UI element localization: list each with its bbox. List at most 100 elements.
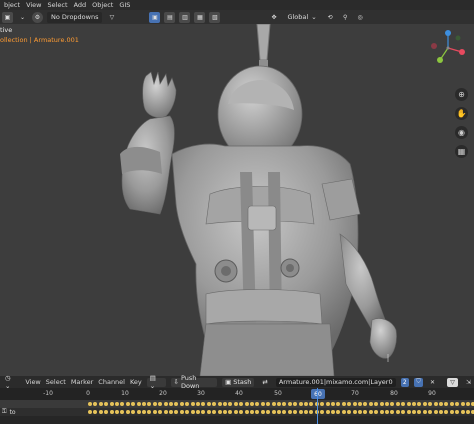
keyframe-dot[interactable]	[368, 410, 373, 414]
keyframe-dot[interactable]	[455, 410, 460, 414]
keyframe-dot[interactable]	[390, 410, 395, 414]
keyframe-dot[interactable]	[131, 410, 136, 414]
keyframe-dot[interactable]	[412, 410, 416, 414]
keyframe-dot[interactable]	[147, 410, 152, 414]
keyframe-dot[interactable]	[401, 410, 406, 414]
keyframe-dot[interactable]	[368, 402, 373, 406]
editor-type-icon[interactable]: ◷ ⌄	[2, 374, 20, 390]
keyframe-dot[interactable]	[417, 402, 422, 406]
keyframe-dot[interactable]	[287, 410, 292, 414]
keyframe-dot[interactable]	[125, 402, 130, 406]
menu-add[interactable]: Add	[74, 1, 87, 9]
keyframe-dot[interactable]	[201, 402, 206, 406]
keyframe-dot[interactable]	[239, 410, 244, 414]
keyframe-dot[interactable]	[331, 410, 335, 414]
keyframe-dot[interactable]	[428, 402, 433, 406]
snap-icon[interactable]: ⚲	[340, 12, 351, 23]
keyframe-dot[interactable]	[185, 410, 190, 414]
keyframe-dot[interactable]	[293, 402, 298, 406]
keyframe-dot[interactable]	[412, 402, 416, 406]
keyframe-dot[interactable]	[304, 402, 308, 406]
keyframe-dot[interactable]	[347, 410, 352, 414]
keyframe-dot[interactable]	[358, 410, 362, 414]
filter-icon[interactable]: ▽	[447, 377, 459, 387]
keyframe-dot[interactable]	[455, 402, 460, 406]
keyframe-dot[interactable]	[406, 402, 411, 406]
keyframe-dot[interactable]	[228, 402, 233, 406]
zoom-icon[interactable]: ⊕	[455, 88, 468, 101]
keyframe-dot[interactable]	[304, 410, 308, 414]
action-users-count[interactable]: 2	[400, 377, 410, 387]
transform-orientation-icon[interactable]: ✥	[268, 12, 279, 23]
menu-view[interactable]: View	[26, 1, 41, 9]
keyframe-dot[interactable]	[169, 410, 173, 414]
keyframe-dot[interactable]	[255, 410, 260, 414]
keyframe-dot[interactable]	[320, 410, 325, 414]
keyframe-dot[interactable]	[466, 410, 470, 414]
keyframe-dot[interactable]	[341, 402, 346, 406]
select-box-icon[interactable]: ▣	[149, 11, 161, 23]
keyframe-dot[interactable]	[228, 410, 233, 414]
keyframe-dot[interactable]	[385, 410, 389, 414]
keyframe-dot[interactable]	[104, 410, 109, 414]
keyframe-dot[interactable]	[352, 410, 357, 414]
keyframe-dot[interactable]	[298, 402, 303, 406]
keyframe-dot[interactable]	[363, 410, 368, 414]
keyframe-dot[interactable]	[185, 402, 190, 406]
keyframe-dot[interactable]	[109, 410, 114, 414]
keyframe-dot[interactable]	[131, 402, 136, 406]
keyframe-dot[interactable]	[206, 410, 211, 414]
keyframe-dot[interactable]	[93, 402, 98, 406]
keyframe-dot[interactable]	[260, 402, 265, 406]
keyframe-dot[interactable]	[417, 410, 422, 414]
keyframe-dot[interactable]	[439, 410, 443, 414]
keyframe-dot[interactable]	[266, 402, 271, 406]
keyframe-dot[interactable]	[239, 402, 244, 406]
keyframe-dot[interactable]	[196, 410, 200, 414]
select-intersect-icon[interactable]: ▧	[209, 11, 221, 23]
keyframe-dot[interactable]	[125, 410, 130, 414]
current-frame-indicator[interactable]: 60	[311, 389, 325, 399]
keyframe-dot[interactable]	[179, 410, 184, 414]
keyframe-dot[interactable]	[395, 402, 400, 406]
keyframe-dot[interactable]	[449, 402, 454, 406]
keyframe-dot[interactable]	[223, 402, 227, 406]
keyframe-dot[interactable]	[449, 410, 454, 414]
keyframe-dot[interactable]	[422, 410, 427, 414]
overlay-dropdown[interactable]: No Dropdowns	[47, 11, 103, 23]
keyframe-dot[interactable]	[120, 402, 125, 406]
keyframe-dot[interactable]	[244, 410, 249, 414]
keyframe-dot[interactable]	[374, 402, 379, 406]
action-selector-icon[interactable]: ⇄	[259, 378, 270, 387]
keyframe-dot[interactable]	[433, 402, 438, 406]
select-subtract-icon[interactable]: ▥	[179, 11, 191, 23]
orientation-dropdown[interactable]: Global ⌄	[283, 12, 320, 23]
keyframe-dot[interactable]	[233, 402, 238, 406]
keyframe-dot[interactable]	[158, 410, 163, 414]
keyframe-dot[interactable]	[152, 410, 157, 414]
keyframe-dot[interactable]	[190, 402, 195, 406]
keyframe-dot[interactable]	[444, 410, 449, 414]
keyframe-dot[interactable]	[282, 402, 287, 406]
keyframe-dot[interactable]	[206, 402, 211, 406]
keyframe-strip[interactable]	[88, 401, 474, 407]
keyframe-dot[interactable]	[163, 410, 168, 414]
keyframe-dot[interactable]	[109, 402, 114, 406]
keyframe-dot[interactable]	[390, 402, 395, 406]
keyframe-dot[interactable]	[190, 410, 195, 414]
keyframe-dot[interactable]	[444, 402, 449, 406]
keyframe-dot[interactable]	[98, 402, 103, 406]
timeline-menu-view[interactable]: View	[25, 378, 40, 386]
menu-object[interactable]: Object	[92, 1, 113, 9]
keyframe-dot[interactable]	[331, 402, 335, 406]
keyframe-dot[interactable]	[115, 402, 119, 406]
keyframe-dot[interactable]	[169, 402, 173, 406]
keyframe-dot[interactable]	[174, 402, 179, 406]
keyframe-dot[interactable]	[136, 410, 141, 414]
keyframe-dot[interactable]	[358, 402, 362, 406]
dopesheet-tracks[interactable]: ⚿ to	[0, 400, 474, 424]
keyframe-dot[interactable]	[336, 410, 341, 414]
keyframe-dot[interactable]	[271, 410, 276, 414]
keyframe-dot[interactable]	[115, 410, 119, 414]
keyframe-dot[interactable]	[352, 402, 357, 406]
